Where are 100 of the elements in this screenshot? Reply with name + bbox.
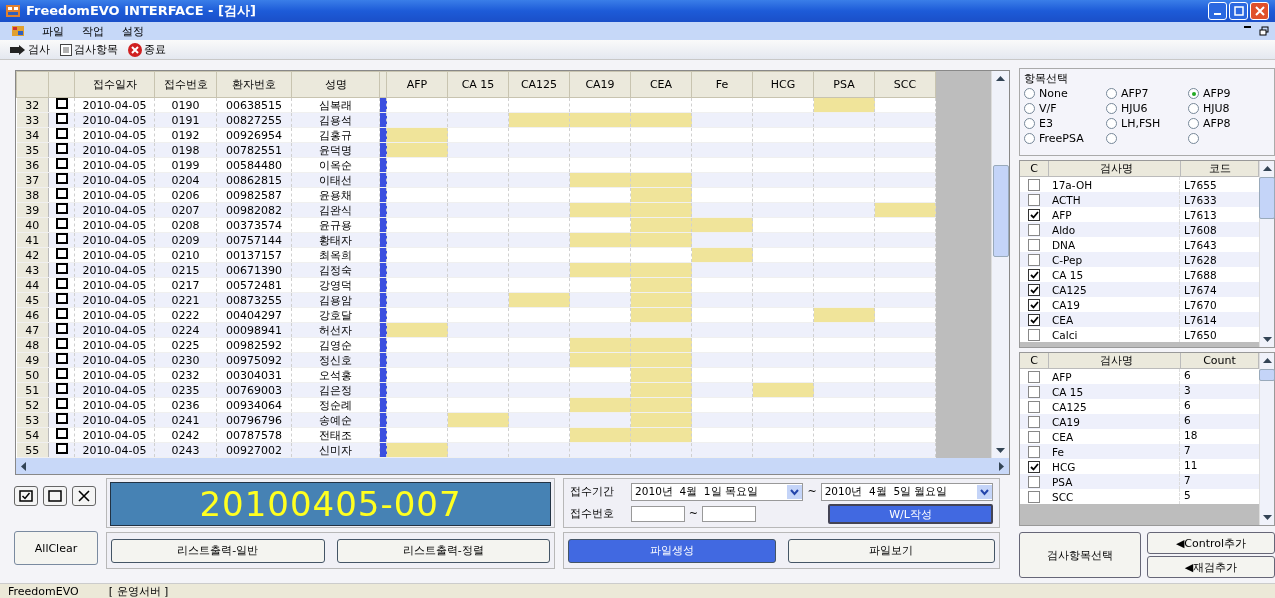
vertical-scrollbar[interactable]	[1259, 353, 1274, 525]
input-field[interactable]	[630, 505, 685, 522]
row-checkbox[interactable]	[55, 188, 68, 199]
checkbox[interactable]	[1028, 223, 1040, 236]
checkbox[interactable]	[1028, 460, 1040, 473]
worklist-button[interactable]: W/L작성	[828, 503, 993, 524]
minimize-button[interactable]	[1208, 2, 1227, 20]
column-header[interactable]: Fe	[691, 71, 753, 98]
add-retest-button[interactable]: ◀재검추가	[1147, 556, 1275, 578]
horizontal-scrollbar[interactable]	[16, 458, 1009, 474]
column-header[interactable]: HCG	[752, 71, 814, 98]
maximize-button[interactable]	[1229, 2, 1248, 20]
column-header[interactable]: 성명	[291, 71, 380, 98]
radio-option[interactable]: HJU8	[1188, 101, 1268, 116]
scrollbar-thumb[interactable]	[1259, 369, 1275, 381]
column-header[interactable]: SCC	[874, 71, 936, 98]
radio-option[interactable]: FreePSA	[1024, 131, 1106, 146]
row-checkbox[interactable]	[55, 218, 68, 229]
scroll-up-icon[interactable]	[1262, 357, 1272, 363]
row-checkbox[interactable]	[55, 248, 68, 259]
row-checkbox[interactable]	[55, 143, 68, 154]
radio-option[interactable]: V/F	[1024, 101, 1106, 116]
all-clear-button[interactable]: AllClear	[14, 531, 98, 565]
scroll-down-icon[interactable]	[1262, 515, 1272, 521]
scroll-up-icon[interactable]	[996, 75, 1005, 81]
row-checkbox[interactable]	[55, 428, 68, 439]
checkbox[interactable]	[1028, 208, 1040, 221]
date-picker[interactable]: 2010년 4월 5일 월요일	[820, 482, 993, 501]
checkbox[interactable]	[1028, 370, 1040, 383]
run-button[interactable]: 검사	[8, 42, 52, 57]
menu-item[interactable]: 파일	[42, 23, 64, 39]
checkbox[interactable]	[1028, 400, 1040, 413]
checkbox[interactable]	[1028, 415, 1040, 428]
checkbox[interactable]	[1028, 385, 1040, 398]
row-checkbox[interactable]	[55, 113, 68, 124]
scroll-left-icon[interactable]	[20, 461, 26, 471]
row-checkbox[interactable]	[55, 308, 68, 319]
row-checkbox[interactable]	[55, 98, 68, 109]
row-checkbox[interactable]	[55, 383, 68, 394]
scrollbar-thumb[interactable]	[992, 165, 1009, 257]
delete-button[interactable]	[72, 486, 96, 506]
list-print-button[interactable]: 리스트출력-일반	[111, 538, 325, 563]
restore-icon[interactable]	[1259, 26, 1269, 36]
checkbox[interactable]	[1028, 328, 1040, 341]
radio-option[interactable]: HJU6	[1106, 101, 1188, 116]
row-checkbox[interactable]	[55, 293, 68, 304]
scrollbar-thumb[interactable]	[1259, 177, 1275, 219]
row-checkbox[interactable]	[55, 443, 68, 454]
file-button[interactable]: 파일생성	[568, 538, 776, 563]
uncheck-all-button[interactable]	[43, 486, 67, 506]
vertical-scrollbar[interactable]	[991, 71, 1009, 458]
column-header[interactable]: CEA	[630, 71, 692, 98]
row-checkbox[interactable]	[55, 128, 68, 139]
column-header[interactable]: 접수번호	[154, 71, 217, 98]
scroll-up-icon[interactable]	[1262, 165, 1272, 171]
checkbox[interactable]	[1028, 193, 1040, 206]
date-picker[interactable]: 2010년 4월 1일 목요일	[631, 482, 804, 501]
column-header[interactable]: CA 15	[447, 71, 509, 98]
column-header[interactable]: 접수일자	[74, 71, 155, 98]
dropdown-icon[interactable]	[977, 484, 992, 499]
scroll-down-icon[interactable]	[1262, 337, 1272, 343]
radio-option[interactable]: None	[1024, 86, 1106, 101]
select-items-button[interactable]: 검사항목선택	[1019, 532, 1141, 578]
row-checkbox[interactable]	[55, 338, 68, 349]
row-checkbox[interactable]	[55, 368, 68, 379]
test-items-button[interactable]: 검사항목	[58, 42, 120, 57]
column-header[interactable]: PSA	[813, 71, 875, 98]
row-checkbox[interactable]	[55, 323, 68, 334]
row-checkbox[interactable]	[55, 353, 68, 364]
scroll-down-icon[interactable]	[996, 448, 1005, 454]
radio-option[interactable]: AFP7	[1106, 86, 1188, 101]
checkbox[interactable]	[1028, 490, 1040, 503]
row-checkbox[interactable]	[55, 158, 68, 169]
list-print-button[interactable]: 리스트출력-정렬	[336, 538, 550, 563]
row-checkbox[interactable]	[55, 173, 68, 184]
radio-option[interactable]: LH,FSH	[1106, 116, 1188, 131]
checkbox[interactable]	[1028, 445, 1040, 458]
column-header[interactable]: 환자번호	[216, 71, 292, 98]
row-checkbox[interactable]	[55, 413, 68, 424]
column-header[interactable]: CA19	[569, 71, 631, 98]
checkbox[interactable]	[1028, 283, 1040, 296]
column-header[interactable]: CA125	[508, 71, 570, 98]
menu-item[interactable]: 설정	[122, 23, 144, 39]
checkbox[interactable]	[1028, 475, 1040, 488]
row-checkbox[interactable]	[55, 263, 68, 274]
input-field[interactable]	[702, 505, 757, 522]
row-checkbox[interactable]	[55, 233, 68, 244]
checkbox[interactable]	[1028, 268, 1040, 281]
checkbox[interactable]	[1028, 238, 1040, 251]
radio-option[interactable]: E3	[1024, 116, 1106, 131]
row-checkbox[interactable]	[55, 398, 68, 409]
checkbox[interactable]	[1028, 313, 1040, 326]
add-control-button[interactable]: ◀Control추가	[1147, 532, 1275, 554]
row-checkbox[interactable]	[55, 278, 68, 289]
dropdown-icon[interactable]	[787, 484, 803, 499]
checkbox[interactable]	[1028, 253, 1040, 266]
column-header[interactable]: AFP	[386, 71, 448, 98]
exit-button[interactable]: 종료	[126, 42, 168, 57]
checkbox[interactable]	[1028, 430, 1040, 443]
radio-option[interactable]: AFP8	[1188, 116, 1268, 131]
